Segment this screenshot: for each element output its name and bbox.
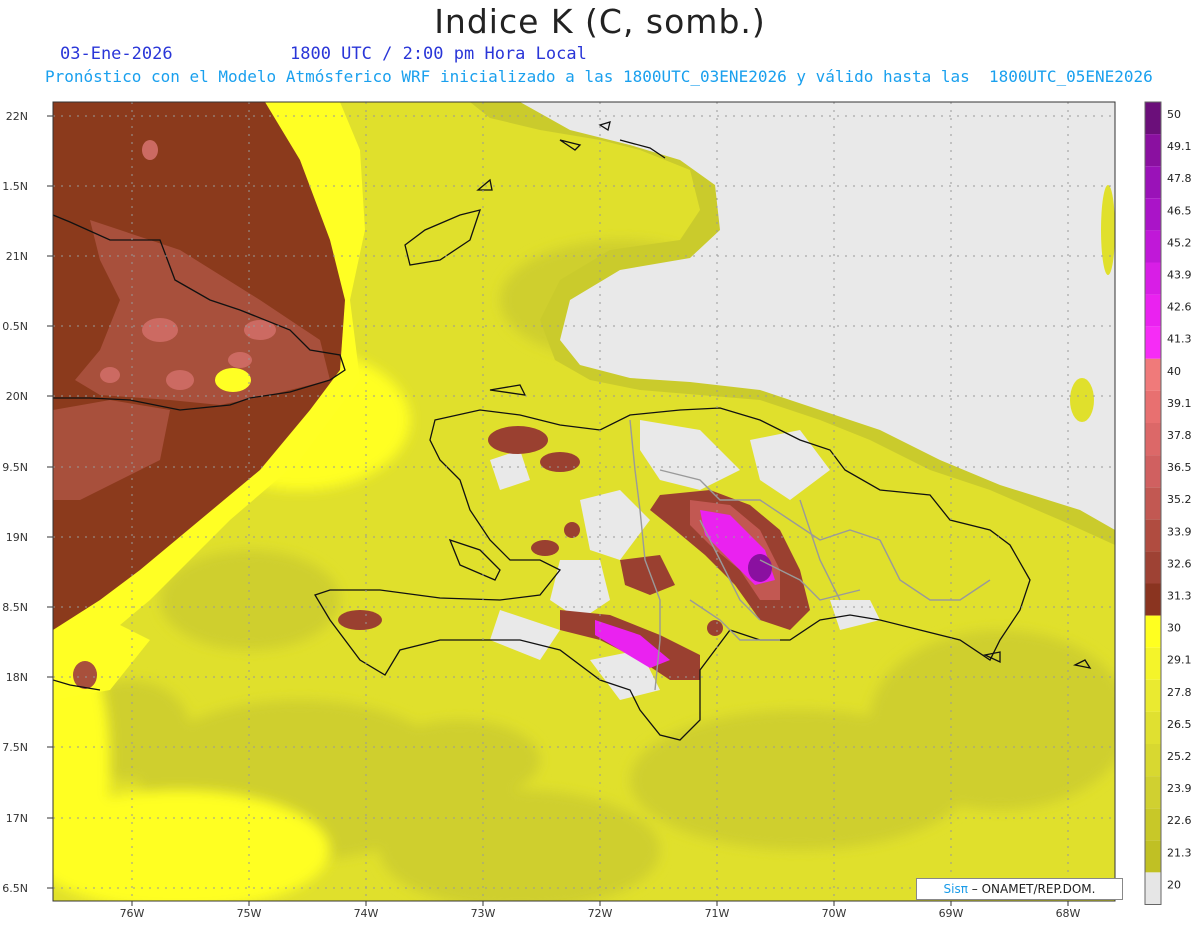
shaded-field xyxy=(53,102,1115,901)
colorbar-label: 39.1 xyxy=(1167,397,1192,410)
colorbar-label: 42.6 xyxy=(1167,301,1192,314)
colorbar-label: 40 xyxy=(1167,365,1181,378)
colorbar-label: 30 xyxy=(1167,622,1181,635)
colorbar-label: 37.8 xyxy=(1167,429,1192,442)
colorbar-swatch xyxy=(1145,230,1161,263)
colorbar-label: 35.2 xyxy=(1167,493,1192,506)
colorbar-swatch xyxy=(1145,294,1161,327)
colorbar-label: 41.3 xyxy=(1167,333,1192,346)
colorbar-swatch xyxy=(1145,711,1161,744)
lat-label: 6.5N xyxy=(2,882,28,895)
colorbar-label: 26.5 xyxy=(1167,718,1192,731)
lon-label: 73W xyxy=(471,907,496,920)
colorbar-swatch xyxy=(1145,744,1161,777)
lon-label: 74W xyxy=(354,907,379,920)
colorbar-label: 22.6 xyxy=(1167,814,1192,827)
colorbar-label: 45.2 xyxy=(1167,236,1192,249)
colorbar-swatch xyxy=(1145,134,1161,167)
colorbar-swatch xyxy=(1145,776,1161,809)
forecast-time: 1800 UTC / 2:00 pm Hora Local xyxy=(290,44,587,64)
lat-label: 9.5N xyxy=(2,461,28,474)
lat-label: 22N xyxy=(6,110,28,123)
colorbar-label: 46.5 xyxy=(1167,204,1192,217)
colorbar-swatch xyxy=(1145,840,1161,873)
colorbar-swatch xyxy=(1145,166,1161,199)
lon-label: 72W xyxy=(588,907,613,920)
colorbar-swatch xyxy=(1145,262,1161,295)
longitude-labels: 76W 75W 74W 73W 72W 71W 70W 69W 68W xyxy=(120,907,1081,920)
colorbar-swatch xyxy=(1145,647,1161,680)
colorbar-label: 33.9 xyxy=(1167,525,1192,538)
lon-ticks xyxy=(131,901,1069,906)
colorbar-swatch xyxy=(1145,551,1161,584)
lat-label: 17N xyxy=(6,812,28,825)
lat-label: 19N xyxy=(6,531,28,544)
colorbar-swatch xyxy=(1145,326,1161,359)
colorbar-label: 29.1 xyxy=(1167,654,1192,667)
lat-label: 21N xyxy=(6,250,28,263)
forecast-subtitle: Pronóstico con el Modelo Atmósferico WRF… xyxy=(45,67,1153,86)
lon-label: 75W xyxy=(237,907,262,920)
colorbar-label: 23.9 xyxy=(1167,782,1192,795)
colorbar-swatch xyxy=(1145,390,1161,423)
colorbar-swatch xyxy=(1145,423,1161,456)
colorbar-label: 50 xyxy=(1167,108,1181,121)
lat-ticks xyxy=(47,115,53,889)
colorbar-label: 49.1 xyxy=(1167,140,1192,153)
colorbar-swatch xyxy=(1145,615,1161,648)
colorbar-swatch xyxy=(1145,198,1161,231)
colorbar-label: 21.3 xyxy=(1167,846,1192,859)
colorbar-label: 20 xyxy=(1167,878,1181,891)
lon-label: 69W xyxy=(939,907,964,920)
credit-brand: Sisπ xyxy=(943,882,968,896)
page-title: Indice K (C, somb.) xyxy=(434,2,766,41)
colorbar-label: 43.9 xyxy=(1167,269,1192,282)
forecast-date: 03-Ene-2026 xyxy=(60,44,173,64)
lat-label: 0.5N xyxy=(2,320,28,333)
lat-label: 18N xyxy=(6,671,28,684)
lat-label: 1.5N xyxy=(2,180,28,193)
colorbar-swatch xyxy=(1145,808,1161,841)
credit-box: Sisπ – ONAMET/REP.DOM. xyxy=(916,878,1123,900)
lon-label: 71W xyxy=(705,907,730,920)
colorbar-swatch xyxy=(1145,455,1161,488)
colorbar-label: 27.8 xyxy=(1167,686,1192,699)
lat-label: 7.5N xyxy=(2,741,28,754)
colorbar-label: 36.5 xyxy=(1167,461,1192,474)
colorbar-label: 31.3 xyxy=(1167,590,1192,603)
lat-label: 8.5N xyxy=(2,601,28,614)
lon-label: 70W xyxy=(822,907,847,920)
colorbar-swatch xyxy=(1145,583,1161,616)
k-index-map: 22N 1.5N 21N 0.5N 20N 9.5N 19N 8.5N 18N … xyxy=(2,101,1192,920)
latitude-labels: 22N 1.5N 21N 0.5N 20N 9.5N 19N 8.5N 18N … xyxy=(2,110,28,895)
colorbar-swatch xyxy=(1145,679,1161,712)
colorbar-label: 25.2 xyxy=(1167,750,1192,763)
colorbar-swatch xyxy=(1145,102,1161,135)
credit-org: – ONAMET/REP.DOM. xyxy=(967,882,1096,896)
colorbar: 50 49.1 47.8 46.5 45.2 43.9 42.6 41.3 40 39.1 37.8… xyxy=(1144,101,1192,905)
colorbar-swatch xyxy=(1145,487,1161,520)
colorbar-label: 47.8 xyxy=(1167,172,1192,185)
colorbar-swatch xyxy=(1145,872,1161,905)
colorbar-label: 32.6 xyxy=(1167,557,1192,570)
colorbar-swatch xyxy=(1145,519,1161,552)
lat-label: 20N xyxy=(6,390,28,403)
colorbar-swatch xyxy=(1145,358,1161,391)
lon-label: 68W xyxy=(1056,907,1081,920)
lon-label: 76W xyxy=(120,907,145,920)
